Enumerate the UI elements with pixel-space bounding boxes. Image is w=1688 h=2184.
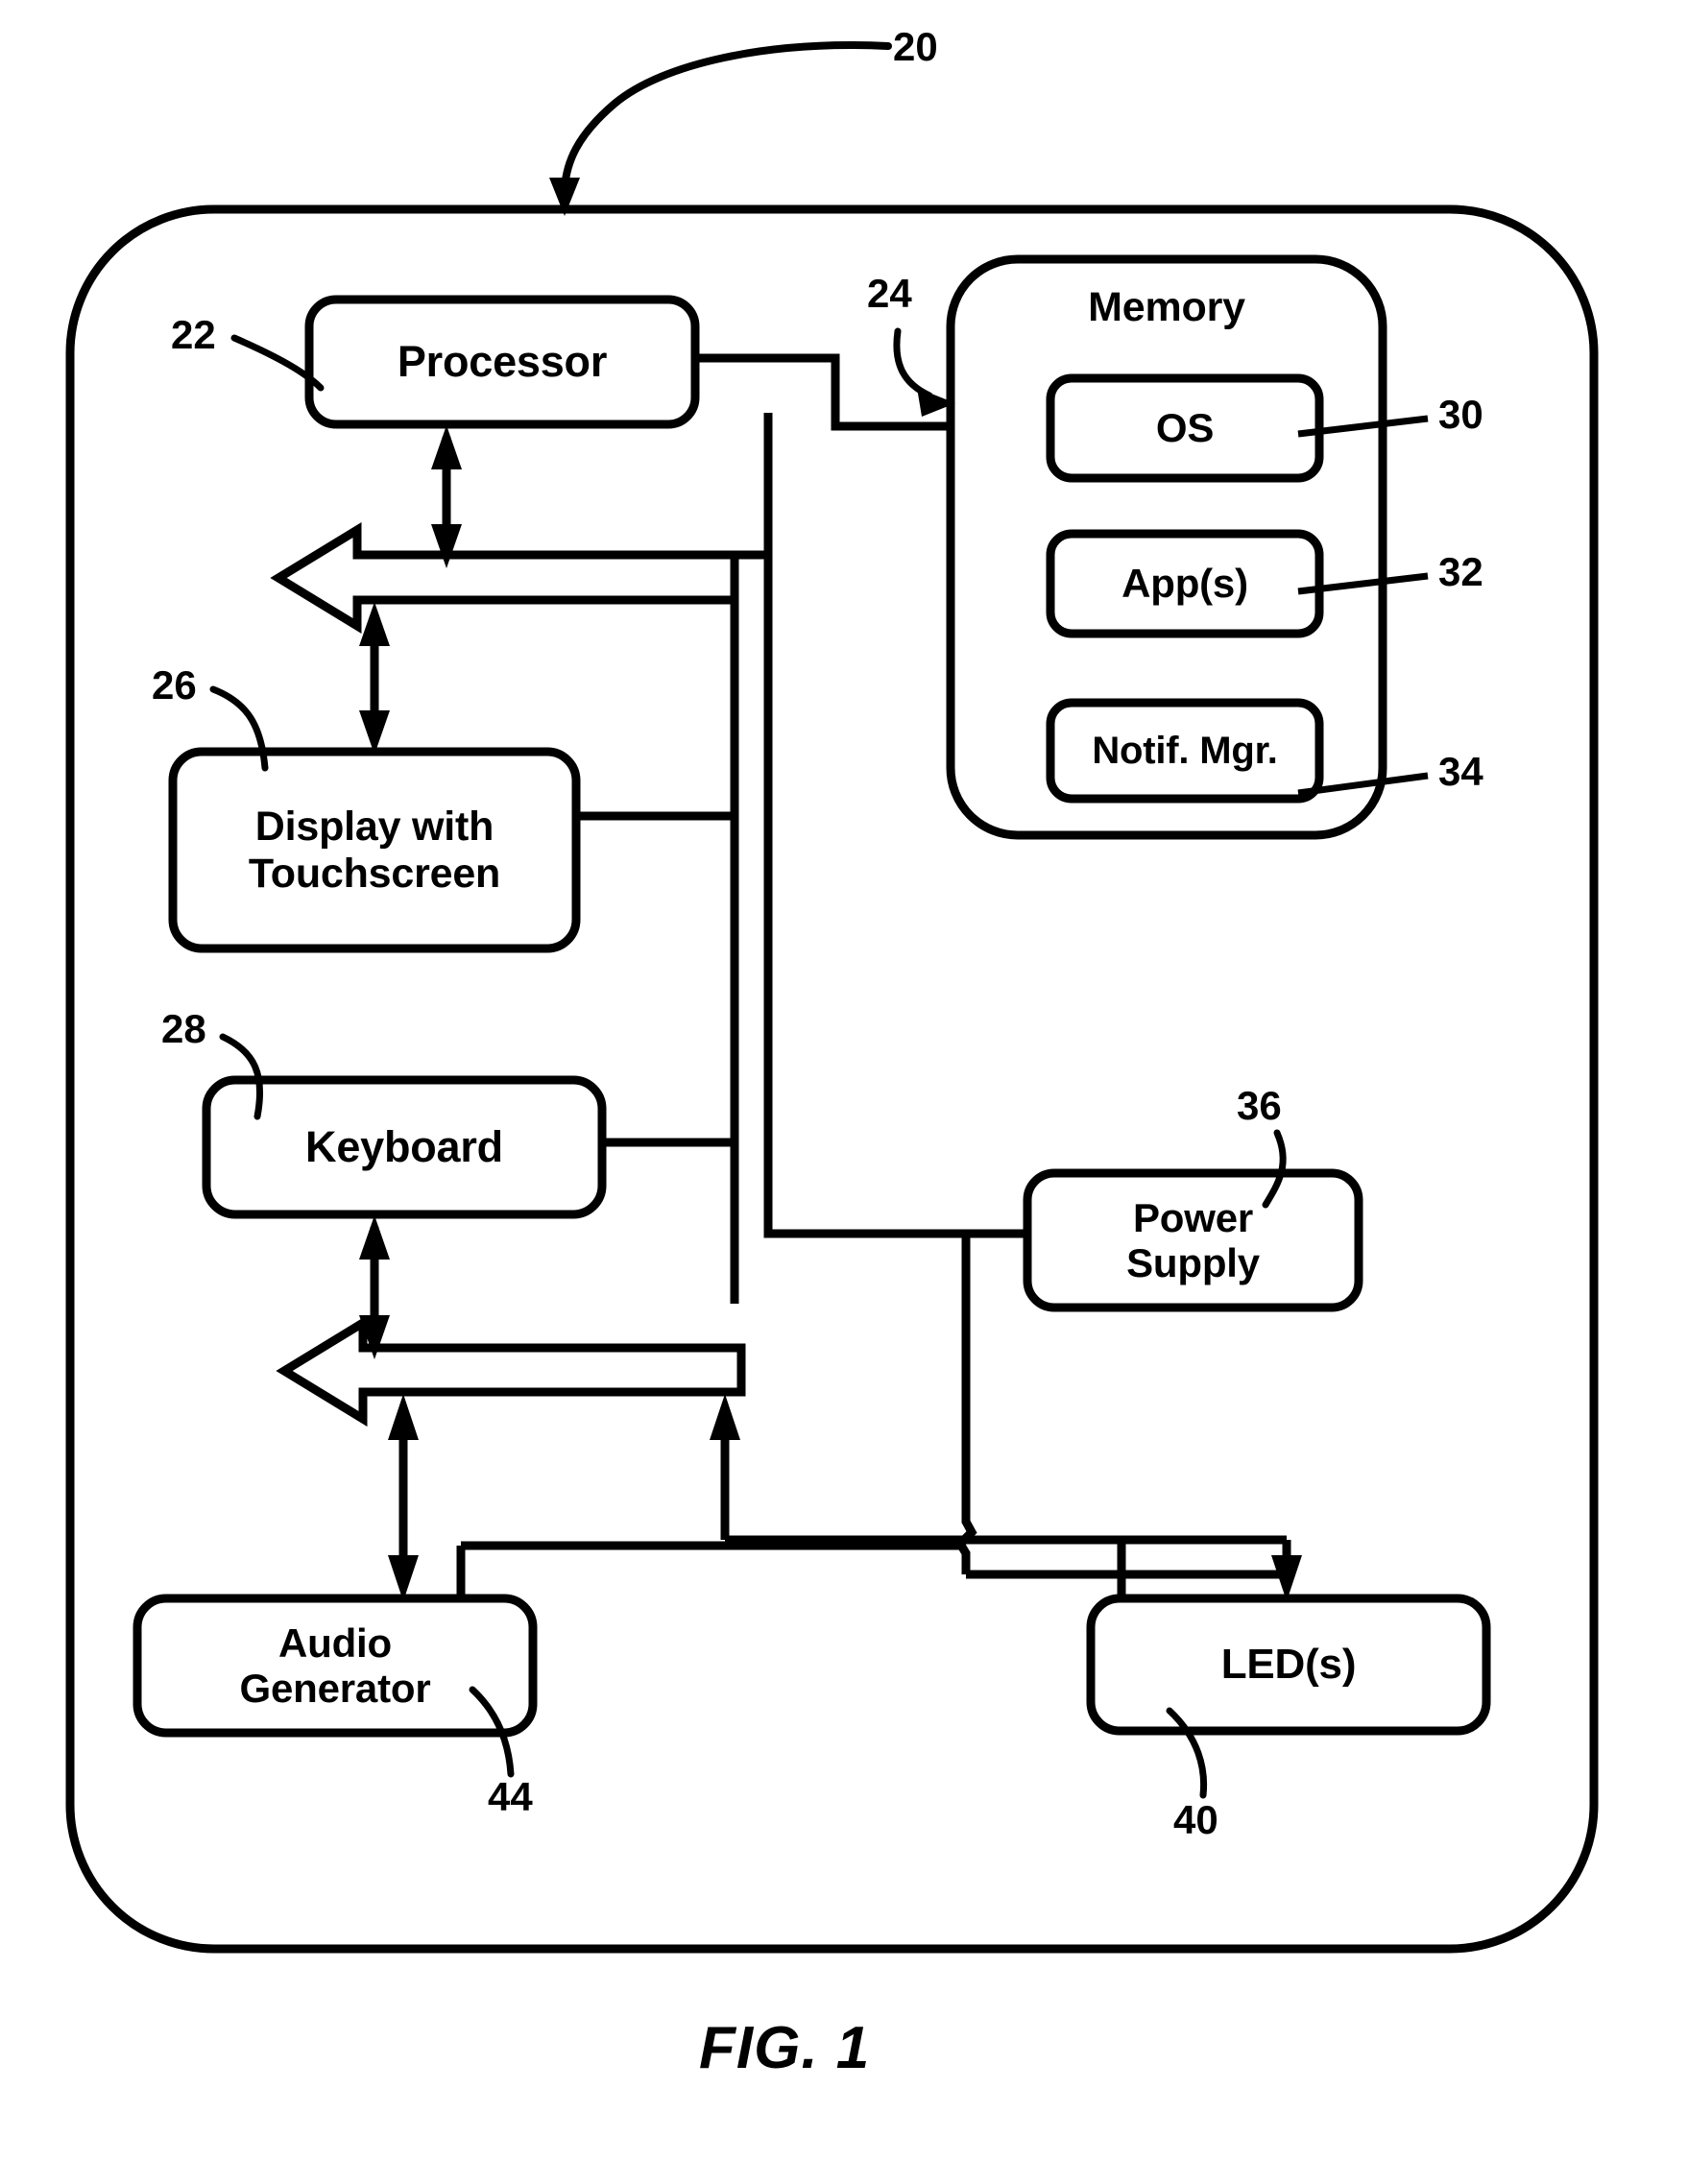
arrowhead-audio-up	[388, 1394, 419, 1440]
wire-power-rail-to-led	[966, 1540, 1291, 1579]
figure-caption: FIG. 1	[699, 2015, 871, 2081]
notif-mgr-block	[1046, 698, 1324, 804]
wire-processor-to-memory	[695, 353, 951, 431]
upper-bus-arrow	[270, 521, 739, 635]
keyboard-block	[202, 1075, 607, 1219]
leader-20	[561, 41, 892, 192]
arrowhead-led-branch-up	[710, 1394, 740, 1440]
arrowhead-keyboard-up	[359, 1215, 390, 1260]
lower-bus-arrow	[276, 1314, 746, 1428]
arrowhead-display-up	[359, 602, 390, 646]
led-block	[1086, 1594, 1491, 1736]
power-supply-block	[1023, 1168, 1363, 1312]
leader-26	[209, 685, 269, 772]
display-block	[168, 747, 581, 953]
leader-24	[893, 327, 933, 399]
apps-block	[1046, 529, 1324, 638]
wire-power-drop	[954, 1234, 977, 1574]
wire-upper-bus-riser	[735, 413, 773, 560]
arrowhead-processor-down	[431, 524, 462, 568]
processor-block	[304, 295, 700, 429]
wire-to-power-supply	[763, 1142, 1027, 1238]
leader-40	[1166, 1707, 1208, 1799]
os-block	[1046, 373, 1324, 483]
figure-line-art	[65, 41, 1599, 1954]
audio-generator-block	[133, 1594, 538, 1738]
patent-figure: Processor Memory OS App(s) Notif. Mgr. D…	[0, 0, 1688, 2184]
arrowhead-processor-up	[431, 425, 462, 469]
